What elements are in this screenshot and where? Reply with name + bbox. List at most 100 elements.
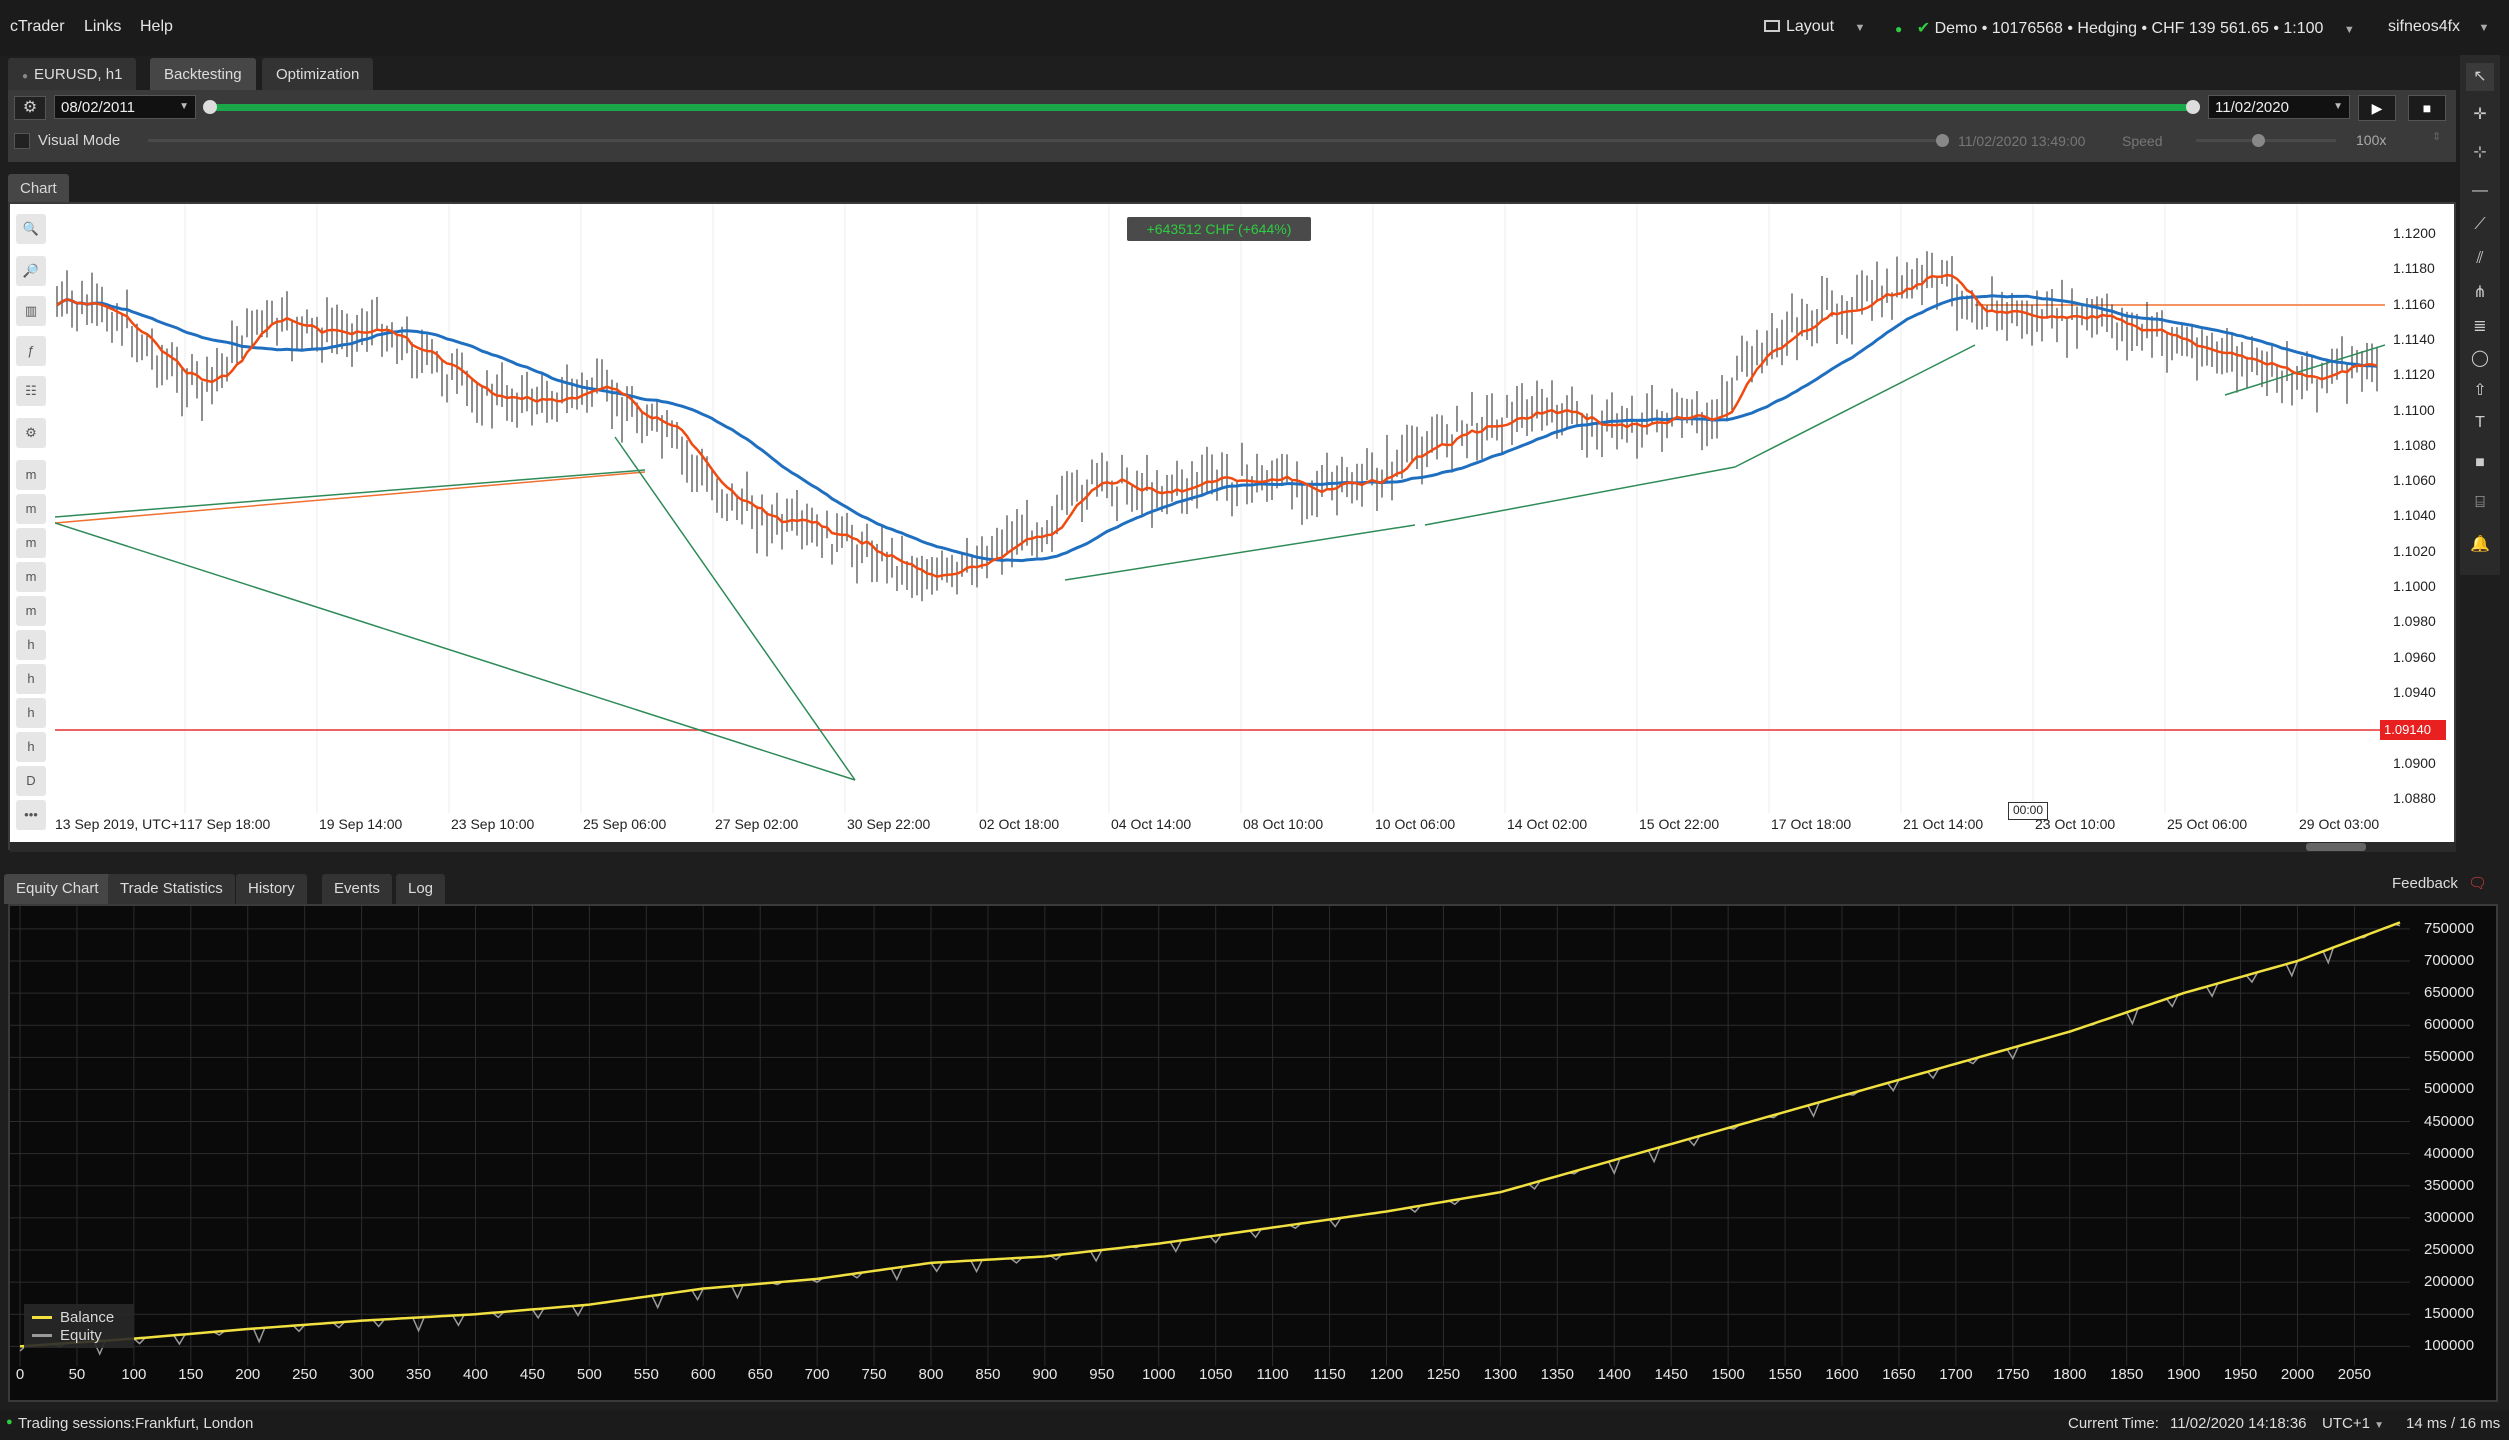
timezone-selector[interactable]: UTC+1 ▼: [2322, 1415, 2384, 1432]
timeframe-m5-button[interactable]: m: [16, 494, 46, 524]
chevron-down-icon: ▼: [2333, 101, 2343, 112]
scrollbar-thumb[interactable]: [2306, 843, 2366, 851]
pnl-badge: +643512 CHF (+644%): [1127, 217, 1311, 241]
layout-button[interactable]: Layout ▼: [1764, 18, 1865, 36]
menu-help[interactable]: Help: [140, 18, 173, 36]
tab-chart[interactable]: Chart: [8, 174, 69, 202]
visual-mode-checkbox[interactable]: [14, 133, 30, 149]
progress-start-handle[interactable]: [203, 100, 217, 114]
equity-x-tick: 600: [690, 1366, 716, 1383]
user-menu[interactable]: sifneos4fx ▼: [2388, 18, 2489, 36]
end-date-field[interactable]: 11/02/2020 ▼: [2208, 95, 2350, 119]
price-label: 1.1180: [2393, 260, 2435, 277]
speed-slider-track[interactable]: [2196, 139, 2336, 142]
equity-x-tick: 1500: [1711, 1366, 1745, 1383]
timeframe-m10-button[interactable]: m: [16, 528, 46, 558]
speed-stepper-icon[interactable]: ⇕: [2432, 130, 2441, 143]
equity-x-tick: 1350: [1540, 1366, 1574, 1383]
camera-icon[interactable]: ⌸: [2466, 489, 2494, 517]
time-label: 17 Oct 18:00: [1771, 816, 1852, 832]
crosshair-icon[interactable]: ✛: [2466, 101, 2494, 129]
timeframe-h1-button[interactable]: h: [16, 630, 46, 660]
timeframe-m1-button[interactable]: m: [16, 460, 46, 490]
connection-dot-icon: ●: [6, 1416, 13, 1428]
equity-x-tick: 400: [462, 1366, 489, 1383]
progress-end-handle[interactable]: [2186, 100, 2200, 114]
visual-slider-track[interactable]: [148, 139, 1938, 142]
price-label: 1.1040: [2393, 507, 2436, 524]
cursor-icon[interactable]: ↖: [2466, 63, 2494, 91]
chevron-down-icon: ▼: [2374, 1420, 2385, 1431]
tab-optimization[interactable]: Optimization: [262, 58, 374, 90]
timeframe-h4-button[interactable]: h: [16, 664, 46, 694]
latency: 14 ms / 16 ms: [2406, 1415, 2501, 1432]
play-button[interactable]: ▶: [2358, 95, 2396, 121]
channel-icon[interactable]: ⫽: [2466, 245, 2494, 273]
price-label: 1.0900: [2393, 754, 2436, 771]
backtest-toolbar: [8, 90, 2456, 162]
drawing-toolbar: ↖ ✛ ⊹ — ⟋ ⫽ ⋔ ≣ ◯ ⇧ T ■ ⌸ 🔔: [2460, 55, 2500, 575]
chart-type-icon[interactable]: ▥: [16, 296, 46, 326]
horizontal-line-icon[interactable]: —: [2466, 177, 2494, 205]
measure-icon[interactable]: ⊹: [2466, 139, 2494, 167]
zoom-in-icon[interactable]: 🔍: [16, 214, 46, 244]
tab-history[interactable]: History: [236, 874, 307, 904]
timeframe-m15-button[interactable]: m: [16, 562, 46, 592]
timeframe-h12-button[interactable]: h: [16, 732, 46, 762]
chart-scrollbar[interactable]: [10, 842, 2456, 852]
timeframe-m30-button[interactable]: m: [16, 596, 46, 626]
tab-log[interactable]: Log: [396, 874, 446, 904]
trendline-icon[interactable]: ⟋: [2466, 211, 2494, 239]
equity-chart[interactable]: [10, 906, 2410, 1366]
arrow-up-icon[interactable]: ⇧: [2466, 377, 2494, 405]
feedback-button[interactable]: Feedback 🗨: [2392, 874, 2487, 892]
time-slider-handle[interactable]: [1936, 134, 1949, 147]
stop-button[interactable]: ■: [2408, 95, 2446, 121]
equity-gridlines: [10, 906, 2410, 1366]
tab-equity-chart[interactable]: Equity Chart: [4, 874, 111, 904]
start-date-field[interactable]: 08/02/2011 ▼: [54, 95, 196, 119]
price-label: 1.1080: [2393, 436, 2436, 453]
menu-app[interactable]: cTrader: [10, 18, 65, 36]
text-icon[interactable]: T: [2466, 409, 2494, 437]
timeframe-h6-button[interactable]: h: [16, 698, 46, 728]
equity-x-tick: 2050: [2337, 1366, 2372, 1383]
settings-icon[interactable]: ⚙: [16, 418, 46, 448]
bell-icon[interactable]: 🔔: [2466, 531, 2494, 559]
menu-links[interactable]: Links: [84, 18, 121, 36]
account-selector[interactable]: ● ✔ Demo • 10176568 • Hedging • CHF 139 …: [1895, 18, 2355, 38]
fibonacci-icon[interactable]: ≣: [2466, 313, 2494, 341]
menu-bar: cTrader Links Help Layout ▼ ● ✔ Demo • 1…: [0, 0, 2509, 56]
tab-events[interactable]: Events: [322, 874, 392, 904]
equity-x-tick: 1650: [1882, 1366, 1916, 1383]
timeframe-d1-button[interactable]: D: [16, 766, 46, 796]
time-label: 15 Oct 22:00: [1639, 816, 1720, 832]
legend-equity: Equity: [60, 1326, 102, 1344]
more-icon[interactable]: •••: [16, 800, 46, 830]
tab-backtesting[interactable]: Backtesting: [150, 58, 256, 90]
equity-x-tick: 150: [178, 1366, 204, 1383]
visual-mode-label: Visual Mode: [38, 132, 121, 149]
speed-value: 100x: [2356, 132, 2387, 148]
time-label: 19 Sep 14:00: [319, 816, 403, 832]
gear-icon[interactable]: ⚙: [14, 96, 46, 120]
equity-x-tick: 350: [406, 1366, 432, 1383]
equity-x-tick: 550: [633, 1366, 659, 1383]
tab-trade-statistics[interactable]: Trade Statistics: [108, 874, 235, 904]
equity-y-tick: 600000: [2424, 1016, 2475, 1034]
chevron-down-icon: ▼: [179, 101, 189, 112]
ellipse-icon[interactable]: ◯: [2466, 345, 2494, 373]
price-chart[interactable]: [55, 205, 2385, 825]
equity-x-tick: 1050: [1199, 1366, 1233, 1383]
indicators-icon[interactable]: ƒ: [16, 336, 46, 366]
color-swatch-icon[interactable]: ■: [2466, 449, 2494, 477]
zoom-out-icon[interactable]: 🔎: [16, 256, 46, 286]
tab-symbol[interactable]: ● EURUSD, h1: [8, 58, 137, 90]
speed-slider-handle[interactable]: [2252, 134, 2265, 147]
pitchfork-icon[interactable]: ⋔: [2466, 279, 2494, 307]
time-label: 25 Oct 06:00: [2167, 816, 2248, 832]
equity-line: [19, 923, 2401, 1356]
equity-swatch: [32, 1333, 52, 1337]
equity-y-tick: 300000: [2424, 1208, 2475, 1226]
templates-icon[interactable]: ☷: [16, 376, 46, 406]
